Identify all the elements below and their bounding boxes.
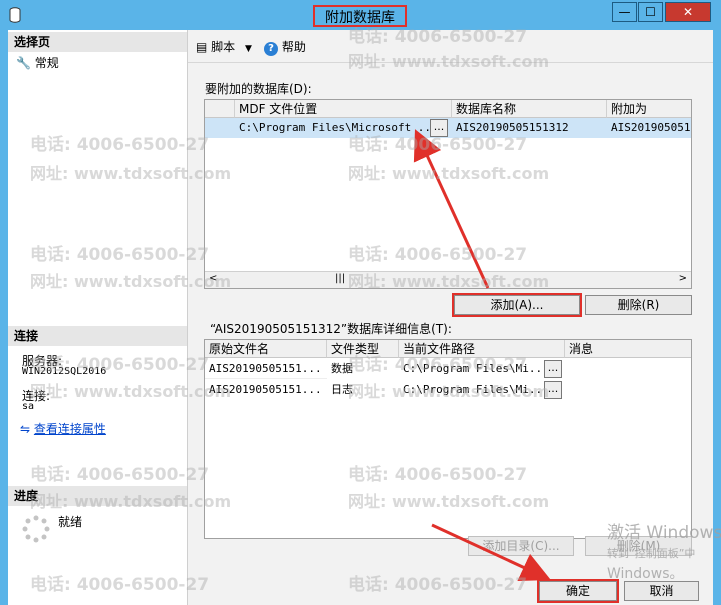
column-header-current-path[interactable]: 当前文件路径: [399, 340, 565, 358]
wrench-icon: 🔧: [16, 56, 31, 70]
details-section-label: “AIS20190505151312”数据库详细信息(T):: [210, 322, 452, 336]
progress-title: 进度: [8, 486, 187, 506]
browse-log-path-button[interactable]: ...: [544, 381, 562, 399]
browse-mdf-button[interactable]: ...: [430, 119, 448, 137]
horizontal-scrollbar[interactable]: < ||| >: [205, 271, 691, 288]
current-path-cell[interactable]: C:\Program Files\Mi...: [399, 380, 545, 400]
activate-windows-title: 激活 Windows: [607, 523, 721, 543]
scroll-thumb[interactable]: |||: [335, 273, 345, 284]
attach-grid[interactable]: MDF 文件位置 数据库名称 附加为 C:\Program Files\Micr…: [204, 99, 692, 289]
maximize-button[interactable]: ☐: [638, 2, 663, 22]
chevron-down-icon[interactable]: ▼: [245, 44, 252, 54]
cancel-button[interactable]: 取消: [624, 581, 699, 601]
dbname-cell[interactable]: AIS20190505151312: [452, 118, 607, 138]
left-pane: 选择页 🔧 常规 连接 服务器: WIN2012SQL2016 连接: sa ⇋…: [8, 30, 188, 605]
toolbar: ▤ 脚本 ▼ ? 帮助: [188, 30, 713, 63]
select-page-title: 选择页: [8, 32, 187, 52]
database-icon: [9, 7, 21, 23]
column-header-attach-as[interactable]: 附加为: [607, 100, 691, 118]
details-grid[interactable]: 原始文件名 文件类型 当前文件路径 消息 AIS20190505151... 数…: [204, 339, 692, 539]
column-header-message[interactable]: 消息: [565, 340, 691, 358]
help-button[interactable]: ? 帮助: [264, 38, 306, 56]
script-label: 脚本: [211, 40, 236, 54]
page-item-label: 常规: [34, 56, 59, 70]
activate-windows-tail: Windows。: [607, 566, 684, 582]
plug-icon: ⇋: [20, 422, 31, 436]
table-row[interactable]: AIS20190505151...: [205, 380, 327, 400]
server-value: WIN2012SQL2016: [22, 366, 107, 377]
scroll-left-icon[interactable]: <: [209, 273, 217, 284]
scroll-right-icon[interactable]: >: [679, 273, 687, 284]
close-button[interactable]: ✕: [665, 2, 711, 22]
activate-windows-hint: 转到“控制面板”中: [607, 547, 696, 560]
remove-button[interactable]: 删除(R): [585, 295, 692, 315]
ok-button[interactable]: 确定: [537, 579, 619, 603]
row-header-corner: [205, 100, 235, 118]
add-button[interactable]: 添加(A)...: [452, 293, 582, 317]
help-icon: ?: [264, 42, 278, 56]
title-bar[interactable]: 附加数据库 — ☐ ✕: [0, 0, 721, 30]
browse-data-path-button[interactable]: ...: [544, 360, 562, 378]
connection-title: 连接: [8, 326, 187, 346]
page-item-general[interactable]: 🔧 常规: [16, 54, 59, 71]
attach-as-cell[interactable]: AIS2019050515: [607, 118, 691, 138]
file-type-cell[interactable]: 数据: [327, 359, 399, 379]
table-row[interactable]: AIS20190505151...: [205, 359, 327, 379]
current-path-cell[interactable]: C:\Program Files\Mi...: [399, 359, 545, 379]
column-header-dbname[interactable]: 数据库名称: [452, 100, 607, 118]
view-connection-properties[interactable]: ⇋ 查看连接属性: [20, 420, 106, 437]
column-header-file-type[interactable]: 文件类型: [327, 340, 399, 358]
help-label: 帮助: [281, 40, 306, 54]
add-catalog-button[interactable]: 添加目录(C)...: [468, 536, 574, 556]
spinner-icon: [22, 515, 50, 543]
progress-status: 就绪: [58, 515, 83, 529]
attach-section-label: 要附加的数据库(D):: [205, 82, 312, 96]
column-header-original-filename[interactable]: 原始文件名: [205, 340, 327, 358]
script-button[interactable]: ▤ 脚本 ▼: [196, 38, 252, 55]
window-title: 附加数据库: [313, 5, 407, 27]
mdf-path-cell[interactable]: C:\Program Files\Microsoft ...: [235, 118, 429, 138]
minimize-button[interactable]: —: [612, 2, 637, 22]
connection-value: sa: [22, 401, 35, 412]
script-icon: ▤: [196, 40, 208, 54]
attach-database-window: 附加数据库 — ☐ ✕ 选择页 🔧 常规 连接 服务器: WIN2012SQL2…: [0, 0, 721, 605]
column-header-mdf[interactable]: MDF 文件位置: [235, 100, 452, 118]
file-type-cell[interactable]: 日志: [327, 380, 399, 400]
view-connection-properties-link[interactable]: 查看连接属性: [34, 422, 106, 436]
